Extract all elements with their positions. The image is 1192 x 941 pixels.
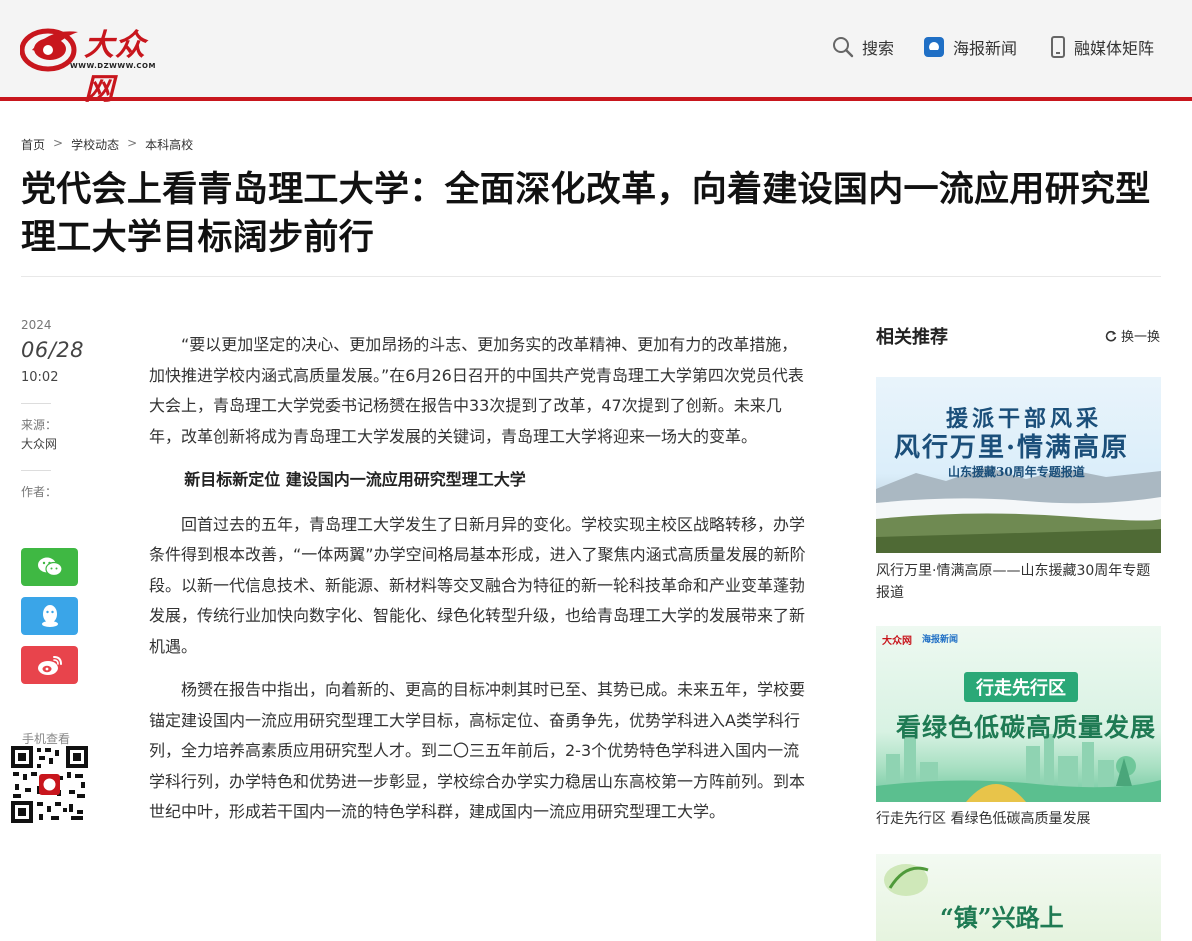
recommend-link-green[interactable]: 行走先行区 看绿色低碳高质量发展 xyxy=(876,808,1161,830)
search-icon xyxy=(833,37,854,58)
qq-icon xyxy=(41,605,58,627)
qr-label: 手机查看 xyxy=(22,732,71,746)
breadcrumb-separator: > xyxy=(53,136,64,150)
recommend-image-green[interactable]: 大众网 海报新闻 行走先行区 看绿色低碳高质量发展 xyxy=(876,626,1161,802)
poster-news-icon xyxy=(924,37,944,57)
breadcrumb: 首页 > 学校动态 > 本科高校 xyxy=(21,136,193,153)
author-label: 作者： xyxy=(21,485,58,499)
related-title: 相关推荐 xyxy=(876,327,948,348)
wechat-icon xyxy=(37,557,63,577)
poster-badge: 行走先行区 xyxy=(964,672,1078,702)
poster-logo-2: 海报新闻 xyxy=(922,635,959,645)
leaf-badge-icon xyxy=(884,864,929,896)
article-paragraph: 杨赟在报告中指出，向着新的、更高的目标冲刺其时已至、其势已成。未来五年，学校要锚… xyxy=(149,680,806,821)
publish-time: 10:02 xyxy=(21,370,59,385)
poster-main: 看绿色低碳高质量发展 xyxy=(896,713,1157,742)
meta-divider xyxy=(21,403,51,404)
article-title: 党代会上看青岛理工大学：全面深化改革，向着建设国内一流应用研究型理工大学目标阔步… xyxy=(21,170,1151,258)
breadcrumb-separator: > xyxy=(127,136,138,150)
site-logo[interactable]: 大众网 WWW.DZWWW.COM xyxy=(20,20,160,107)
weibo-icon xyxy=(37,656,62,675)
breadcrumb-home[interactable]: 首页 xyxy=(21,136,45,153)
refresh-button[interactable]: 换一换 xyxy=(1105,326,1160,345)
publish-year: 2024 xyxy=(21,318,52,332)
recommend-image-tibet[interactable]: 援派干部风采 风行万里·情满高原 山东援藏30周年专题报道 xyxy=(876,377,1161,553)
share-weibo-button[interactable] xyxy=(21,646,78,684)
refresh-icon xyxy=(1105,330,1117,341)
article-body: “要以更加坚定的决心、更加昂扬的斗志、更加务实的改革精神、更加有力的改革措施，加… xyxy=(149,330,809,841)
refresh-label: 换一换 xyxy=(1121,330,1161,345)
breadcrumb-school-news[interactable]: 学校动态 xyxy=(71,136,119,153)
recommend-image-town[interactable]: “镇”兴路上 xyxy=(876,854,1161,941)
nav-media-label: 融媒体矩阵 xyxy=(1074,39,1155,58)
nav-search[interactable]: 搜索 xyxy=(832,33,894,61)
mobile-phone-icon xyxy=(1051,36,1065,58)
share-wechat-button[interactable] xyxy=(21,548,78,586)
source-value: 大众网 xyxy=(21,437,58,451)
breadcrumb-undergraduate[interactable]: 本科高校 xyxy=(145,136,193,153)
nav-media-matrix[interactable]: 融媒体矩阵 xyxy=(1050,33,1154,61)
qr-code-icon xyxy=(11,746,88,823)
poster-line-3: 山东援藏30周年专题报道 xyxy=(948,465,1085,479)
article-subheading: 新目标新定位 建设国内一流应用研究型理工大学 xyxy=(184,470,526,489)
article-paragraph: “要以更加坚定的决心、更加昂扬的斗志、更加务实的改革精神、更加有力的改革措施，加… xyxy=(149,335,804,446)
nav-poster-label: 海报新闻 xyxy=(953,39,1018,58)
header-accent-line xyxy=(0,97,1192,101)
recommend-link-tibet[interactable]: 风行万里·情满高原——山东援藏30周年专题报道 xyxy=(876,560,1161,604)
nav-poster-news[interactable]: 海报新闻 xyxy=(923,33,1017,61)
nav-search-label: 搜索 xyxy=(862,39,895,58)
article-meta: 2024 06/28 10:02 来源： 大众网 作者： xyxy=(21,318,85,500)
title-divider xyxy=(21,276,1161,277)
article-paragraph: 回首过去的五年，青岛理工大学发生了日新月异的变化。学校实现主校区战略转移，办学条… xyxy=(149,514,806,656)
poster-main: “镇”兴路上 xyxy=(940,903,1064,932)
poster-line-2: 风行万里·情满高原 xyxy=(894,433,1130,463)
publish-date: 06/28 xyxy=(21,338,85,362)
meta-divider xyxy=(21,470,51,471)
logo-url: WWW.DZWWW.COM xyxy=(70,62,156,70)
source-label: 来源： xyxy=(21,418,58,432)
poster-logo: 大众网 xyxy=(882,636,912,647)
site-header: 大众网 WWW.DZWWW.COM 搜索 海报新闻 融媒体矩阵 xyxy=(0,0,1192,107)
share-qq-button[interactable] xyxy=(21,597,78,635)
